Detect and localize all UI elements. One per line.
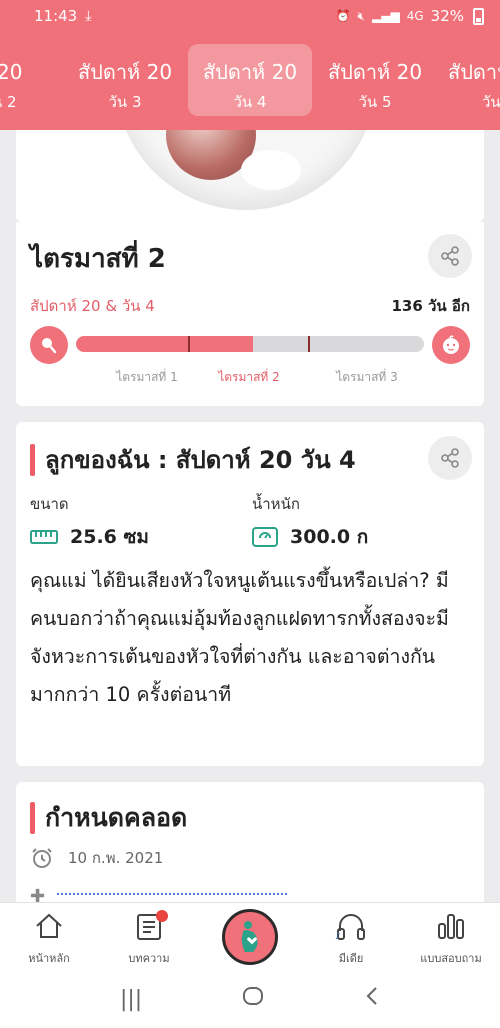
tab-week-label: ห์ 20 (0, 60, 23, 84)
trimester-divider (188, 336, 190, 352)
home-circle-icon (243, 987, 264, 1005)
pregnancy-start-icon (30, 326, 68, 364)
status-icons: ⏰ 🔇︎ ▂▄▆ 4G 32% (336, 7, 484, 25)
baby-icon (443, 335, 459, 354)
tab-week20-day3[interactable]: สัปดาห์ 20 วัน 3 (63, 44, 187, 116)
ruler-icon (30, 530, 58, 544)
trimester-divider (308, 336, 310, 352)
nav-home[interactable]: หน้าหลัก (4, 909, 94, 967)
mute-icon: 🔇︎ (357, 8, 366, 23)
share-button[interactable] (428, 436, 472, 480)
trimester-1-label: ไตรมาสที่ 1 (116, 370, 178, 384)
pregnancy-center-button[interactable] (222, 909, 278, 965)
share-button[interactable] (428, 234, 472, 278)
weight-stat: 300.0 ก (252, 522, 368, 552)
due-title: กำหนดคลอด (45, 803, 188, 832)
baby-title: ลูกของฉัน : สัปดาห์ 20 วัน 4 (45, 446, 356, 474)
baby-face-icon (432, 326, 470, 364)
bottom-navigation: หน้าหลัก บทความ ♪ มีเดีย แบบสอบถาม (0, 902, 500, 970)
blanket-fold (241, 150, 301, 190)
tab-week20-day4[interactable]: สัปดาห์ 20 วัน 4 (188, 44, 312, 116)
current-week-label: สัปดาห์ 20 & วัน 4 (30, 297, 155, 315)
tab-day-label: วัน 2 (0, 93, 17, 111)
baby-info-card: ลูกของฉัน : สัปดาห์ 20 วัน 4 ขนาด น้ำหนั… (16, 422, 484, 766)
due-date-card: กำหนดคลอด 10 ก.พ. 2021 ✚ (16, 782, 484, 922)
tab-day-label: วัน 5 (358, 93, 392, 111)
title-accent-bar (30, 802, 35, 834)
bar-chart-icon (438, 914, 464, 939)
trimester-2-label: ไตรมาสที่ 2 (218, 370, 280, 384)
svg-text:♪: ♪ (335, 932, 341, 941)
tab-week-label: สัปดาห์ (448, 60, 500, 84)
size-label: ขนาด (30, 495, 69, 513)
home-icon (36, 913, 62, 938)
battery-percent: 32% (430, 7, 464, 25)
nav-media-label: มีเดีย (338, 952, 364, 965)
weight-label: น้ำหนัก (252, 495, 300, 513)
due-date-value: 10 ก.พ. 2021 (68, 849, 164, 867)
download-icon: ⤓ (85, 8, 92, 24)
tab-week-label: สัปดาห์ 20 (202, 60, 298, 84)
trimester-3-label: ไตรมาสที่ 3 (336, 370, 398, 384)
baby-title-row: ลูกของฉัน : สัปดาห์ 20 วัน 4 (30, 440, 356, 479)
nav-media[interactable]: ♪ มีเดีย (306, 909, 396, 967)
status-bar: 11:43 ⤓ ⏰ 🔇︎ ▂▄▆ 4G 32% (0, 0, 500, 32)
notification-badge (156, 910, 168, 922)
recent-apps-button[interactable]: ||| (120, 987, 142, 1012)
share-icon (441, 246, 459, 266)
system-navigation-bar: ||| (0, 970, 500, 1028)
tab-day-label: วัน 4 (233, 93, 267, 111)
tab-day-label: วัน (482, 93, 500, 111)
baby-illustration (16, 130, 484, 222)
tab-week20-day2[interactable]: ห์ 20 วัน 2 (0, 44, 62, 116)
weight-value: 300.0 ก (290, 526, 369, 548)
size-stat: 25.6 ซม (30, 522, 149, 552)
tab-week-label: สัปดาห์ 20 (77, 60, 173, 84)
network-type: 4G (406, 9, 424, 23)
trimester-progress-bar (76, 336, 424, 352)
tab-week-label: สัปดาห์ 20 (327, 60, 423, 84)
share-icon (441, 448, 459, 468)
due-date-row: 10 ก.พ. 2021 (30, 846, 163, 870)
title-accent-bar (30, 443, 35, 476)
size-value: 25.6 ซม (70, 526, 149, 548)
baby-description: คุณแม่ ได้ยินเสียงหัวใจหนูเต้นแรงขึ้นหรื… (30, 569, 449, 706)
days-left-label: 136 วัน อีก (391, 297, 470, 315)
tab-week20-day5[interactable]: สัปดาห์ 20 วัน 5 (313, 44, 437, 116)
battery-icon (473, 7, 484, 25)
pregnant-woman-icon (241, 921, 258, 952)
alarm-icon: ⏰ (335, 9, 351, 23)
trimester-title: ไตรมาสที่ 2 (30, 244, 166, 274)
scale-icon (252, 527, 278, 547)
progress-fill (76, 336, 254, 352)
tab-week20-day6[interactable]: สัปดาห์ วัน (444, 44, 500, 116)
nav-survey-label: แบบสอบถาม (420, 952, 482, 965)
back-button[interactable] (364, 985, 380, 1013)
alarm-clock-icon (32, 848, 52, 868)
nav-articles[interactable]: บทความ (104, 909, 194, 967)
embryo-icon (42, 338, 57, 354)
nav-survey[interactable]: แบบสอบถาม (406, 909, 496, 967)
nav-home-label: หน้าหลัก (28, 952, 70, 965)
tab-day-label: วัน 3 (108, 93, 142, 111)
due-title-row: กำหนดคลอด (30, 798, 187, 838)
home-button[interactable] (242, 985, 264, 1013)
due-link-partial (57, 892, 288, 901)
week-day-selector[interactable]: ห์ 20 วัน 2 สัปดาห์ 20 วัน 3 สัปดาห์ 20 … (0, 32, 500, 130)
status-time: 11:43 (34, 7, 78, 25)
signal-icon: ▂▄▆ (372, 9, 400, 23)
nav-articles-label: บทความ (128, 952, 170, 965)
back-chevron-icon (366, 987, 377, 1005)
headphones-icon: ♪ (335, 914, 365, 941)
trimester-card: ไตรมาสที่ 2 สัปดาห์ 20 & วัน 4 136 วัน อ… (16, 222, 484, 406)
